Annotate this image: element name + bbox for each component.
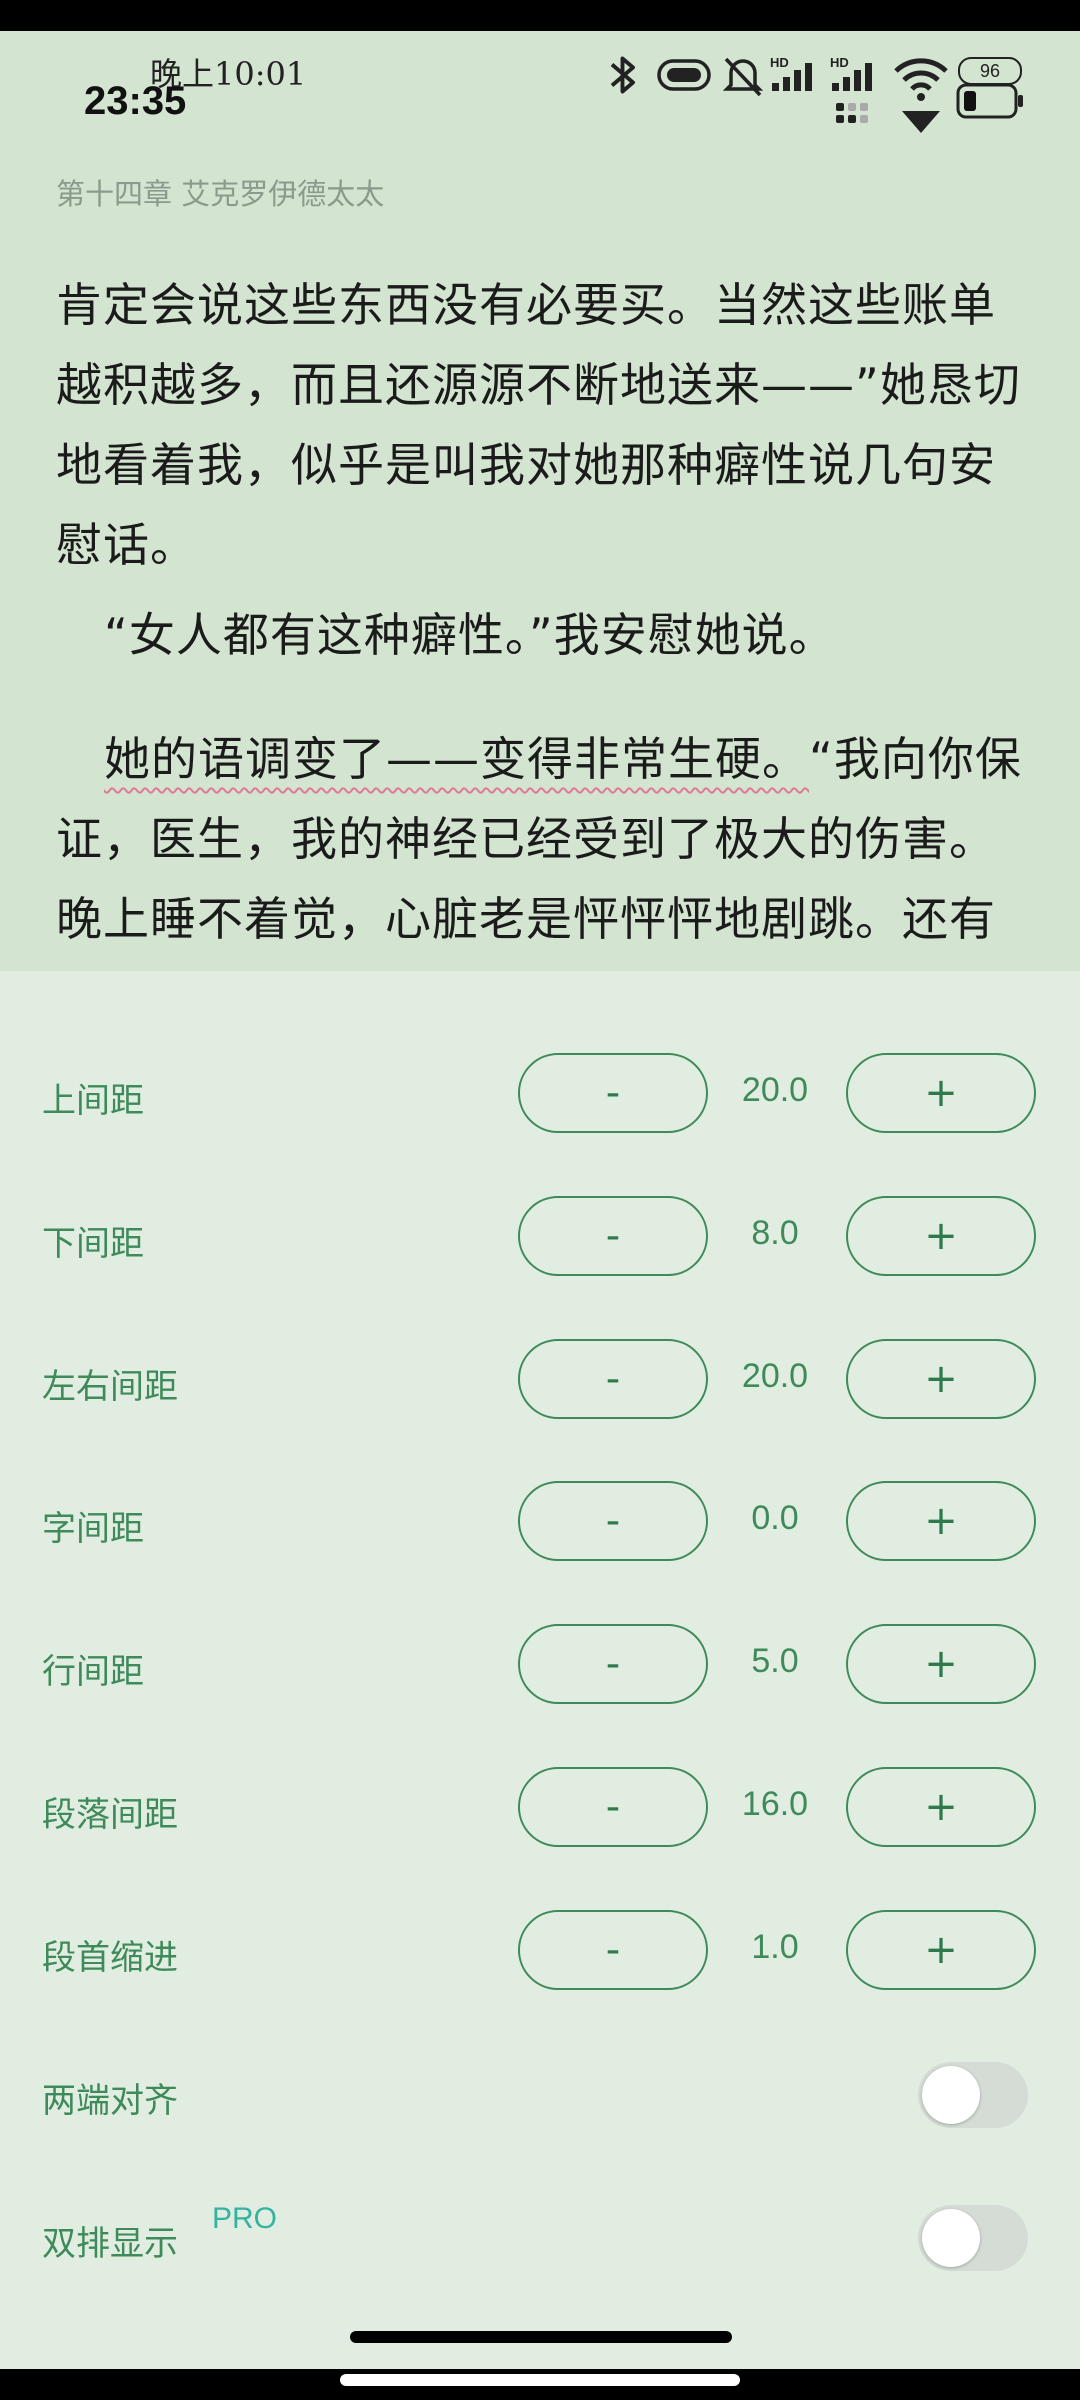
paragraph: “女人都有这种癖性。”我安慰她说。 xyxy=(56,595,1026,675)
decrease-button[interactable]: - xyxy=(518,1339,708,1419)
setting-label: 上间距 xyxy=(42,1081,144,1121)
setting-row-paragraph-spacing: 段落间距 - 16.0 + xyxy=(0,1767,1080,1851)
decrease-button[interactable]: - xyxy=(518,1910,708,1990)
toggle-knob xyxy=(922,2066,980,2124)
setting-label: 左右间距 xyxy=(42,1367,178,1407)
increase-button[interactable]: + xyxy=(846,1910,1036,1990)
underlined-text[interactable]: 她的语调变了——变得非常生硬。 xyxy=(104,732,809,786)
wifi-icon xyxy=(894,58,948,133)
svg-text:HD: HD xyxy=(770,55,789,70)
bluetooth-icon xyxy=(610,56,635,94)
setting-row-bottom-margin: 下间距 - 8.0 + xyxy=(0,1196,1080,1280)
setting-value: 5.0 xyxy=(751,1642,799,1680)
dual-column-toggle[interactable] xyxy=(918,2205,1028,2271)
decrease-button[interactable]: - xyxy=(518,1624,708,1704)
paragraph: 她的语调变了——变得非常生硬。“我向你保证，医生，我的神经已经受到了极大的伤害。… xyxy=(56,719,1026,959)
decrease-button[interactable]: - xyxy=(518,1053,708,1133)
decrease-button[interactable]: - xyxy=(518,1481,708,1561)
setting-row-dual-column: 双排显示 PRO xyxy=(0,2196,1080,2280)
setting-label: 两端对齐 xyxy=(42,2081,178,2121)
setting-value: 0.0 xyxy=(751,1499,799,1537)
setting-value: 20.0 xyxy=(741,1071,809,1109)
increase-button[interactable]: + xyxy=(846,1196,1036,1276)
setting-row-side-margin: 左右间距 - 20.0 + xyxy=(0,1339,1080,1423)
pro-badge: PRO xyxy=(212,2202,278,2235)
increase-button[interactable]: + xyxy=(846,1339,1036,1419)
setting-row-top-margin: 上间距 - 20.0 + xyxy=(0,1053,1080,1137)
decrease-button[interactable]: - xyxy=(518,1196,708,1276)
increase-button[interactable]: + xyxy=(846,1624,1036,1704)
setting-label: 下间距 xyxy=(42,1224,144,1264)
system-nav-bar[interactable] xyxy=(340,2374,740,2386)
setting-label: 行间距 xyxy=(42,1652,144,1692)
setting-row-first-line-indent: 段首缩进 - 1.0 + xyxy=(0,1910,1080,1994)
home-indicator[interactable] xyxy=(350,2331,732,2343)
setting-value: 16.0 xyxy=(741,1785,809,1823)
mute-bell-icon xyxy=(722,57,764,97)
signal-hd-1-icon: HD xyxy=(770,55,812,91)
increase-button[interactable]: + xyxy=(846,1481,1036,1561)
chapter-title: 第十四章 艾克罗伊德太太 xyxy=(56,177,385,211)
signal-hd-2-icon: HD xyxy=(830,55,872,123)
paragraph: 肯定会说这些东西没有必要买。当然这些账单越积越多，而且还源源不断地送来——”她恳… xyxy=(56,278,1021,572)
setting-row-letter-spacing: 字间距 - 0.0 + xyxy=(0,1481,1080,1565)
setting-row-justify: 两端对齐 xyxy=(0,2053,1080,2137)
increase-button[interactable]: + xyxy=(846,1053,1036,1133)
setting-label: 段首缩进 xyxy=(42,1938,178,1978)
justify-toggle[interactable] xyxy=(918,2062,1028,2128)
setting-label: 字间距 xyxy=(42,1509,144,1549)
decrease-button[interactable]: - xyxy=(518,1767,708,1847)
setting-label: 段落间距 xyxy=(42,1795,178,1835)
screen: 晚上10:01 23:35 HD HD 96 第十四章 艾克罗伊德太太 肯定会说… xyxy=(0,31,1080,2369)
increase-button[interactable]: + xyxy=(846,1767,1036,1847)
vibrate-mode-icon xyxy=(657,59,711,91)
toggle-knob xyxy=(922,2209,980,2267)
setting-label: 双排显示 xyxy=(42,2224,178,2264)
setting-value: 1.0 xyxy=(751,1928,799,1966)
layout-settings-panel: 上间距 - 20.0 + 下间距 - 8.0 + 左右间距 - 20.0 + 字… xyxy=(0,971,1080,2369)
status-time: 23:35 xyxy=(84,79,187,123)
setting-value: 20.0 xyxy=(741,1357,809,1395)
paragraph-text: “女人都有这种癖性。”我安慰她说。 xyxy=(104,608,836,662)
setting-row-line-spacing: 行间距 - 5.0 + xyxy=(0,1624,1080,1708)
setting-value: 8.0 xyxy=(751,1214,799,1252)
svg-text:HD: HD xyxy=(830,55,849,70)
battery-icon xyxy=(956,83,1023,119)
